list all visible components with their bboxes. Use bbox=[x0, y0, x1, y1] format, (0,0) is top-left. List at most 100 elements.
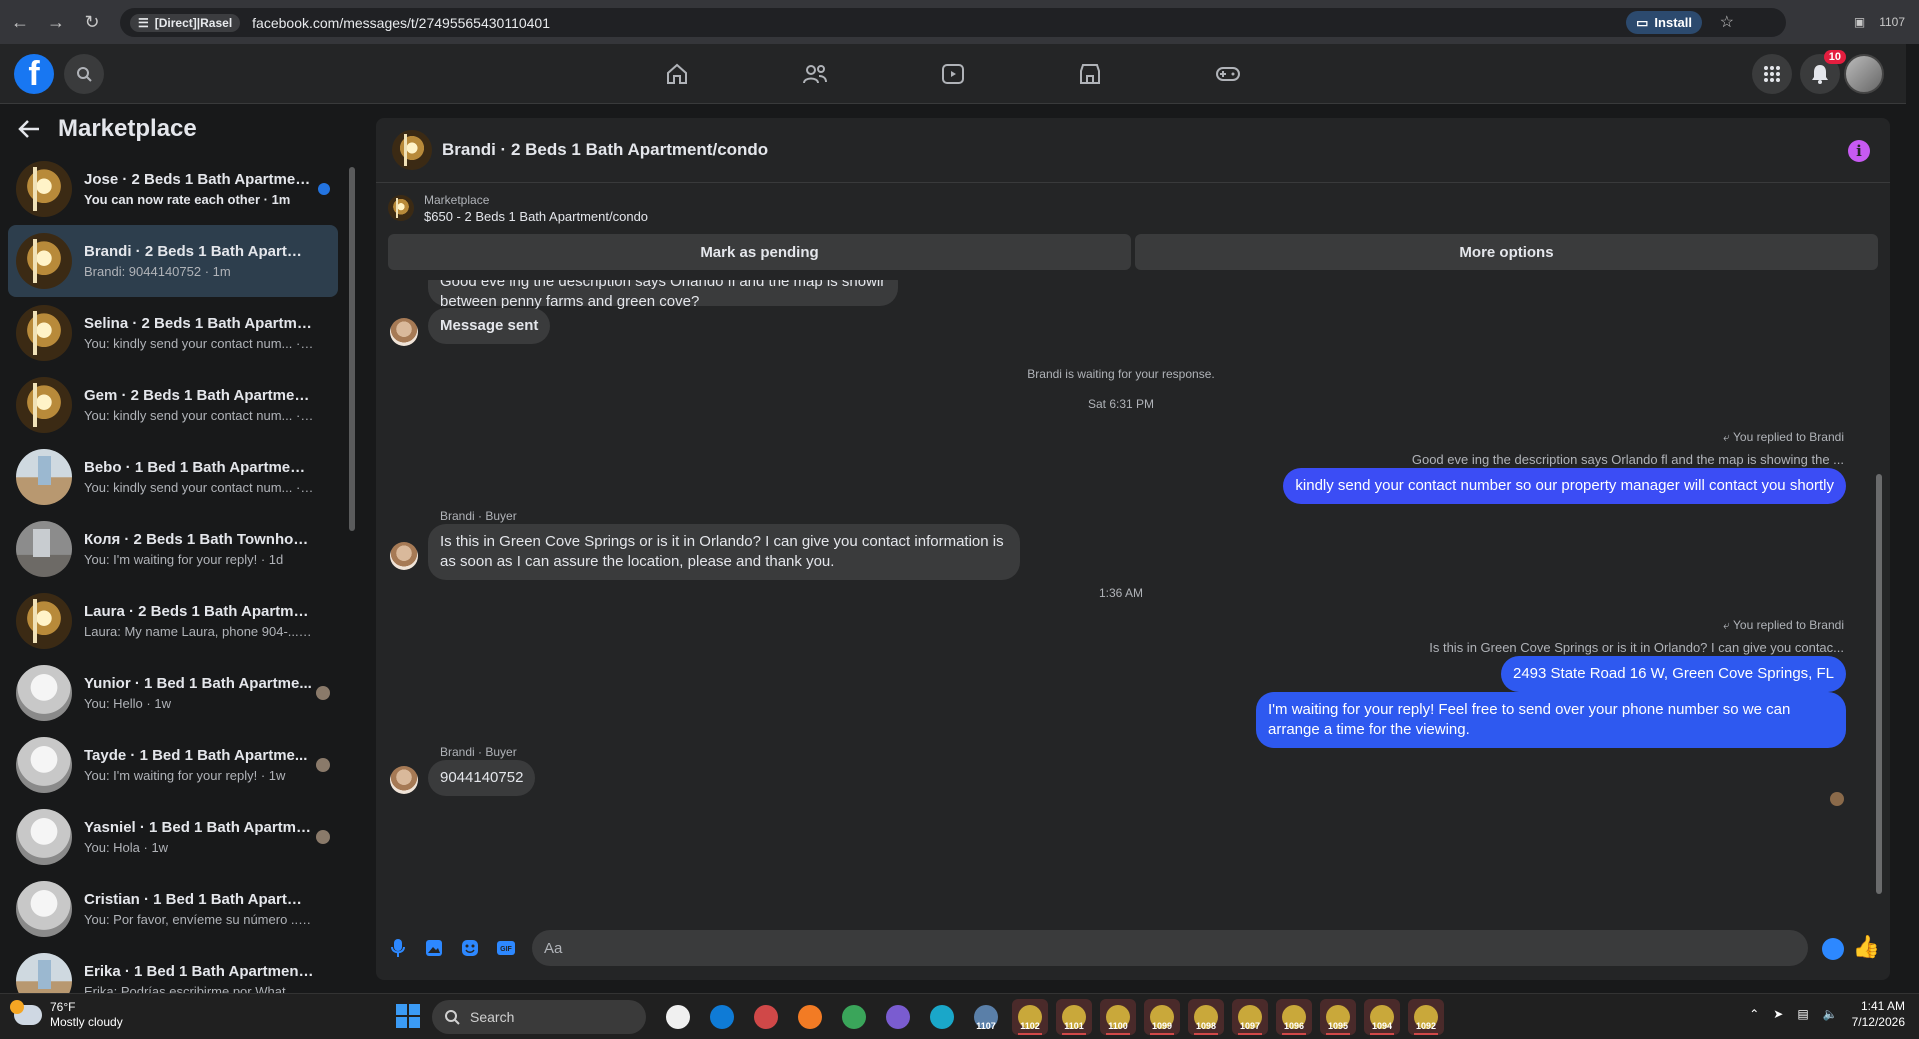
chat-title[interactable]: Brandi · 2 Beds 1 Bath Apartment/condo bbox=[442, 140, 768, 160]
network-icon[interactable]: ▤ bbox=[1797, 1007, 1808, 1021]
taskbar-app-icon[interactable]: 1102 bbox=[1012, 999, 1048, 1035]
snipping-tool-icon[interactable] bbox=[748, 999, 784, 1035]
microphone-icon[interactable] bbox=[380, 930, 416, 966]
emoji-icon[interactable] bbox=[1822, 938, 1844, 960]
info-icon[interactable]: i bbox=[1848, 140, 1870, 162]
file-explorer-icon[interactable] bbox=[660, 999, 696, 1035]
conversation-name: Laura · 2 Beds 1 Bath Apartment... bbox=[84, 603, 314, 620]
conversation-item[interactable]: Yasniel · 1 Bed 1 Bath Apartme... You: Ho… bbox=[8, 801, 338, 873]
conversation-name: Tayde · 1 Bed 1 Bath Apartme... bbox=[84, 747, 308, 764]
sidebar-scroll-thumb[interactable] bbox=[349, 167, 355, 531]
vpn-icon[interactable] bbox=[924, 999, 960, 1035]
watch-nav-icon[interactable] bbox=[936, 58, 970, 90]
conversation-avatar bbox=[16, 233, 72, 289]
bookmark-star-icon[interactable]: ☆ bbox=[1720, 12, 1734, 32]
conversation-item[interactable]: Brandi · 2 Beds 1 Bath Apartmen... Brandi… bbox=[8, 225, 338, 297]
conversation-name: Gem · 2 Beds 1 Bath Apartment/... bbox=[84, 387, 314, 404]
marketplace-nav-icon[interactable] bbox=[1073, 58, 1107, 90]
conversation-item[interactable]: Cristian · 1 Bed 1 Bath Apartmen... You: … bbox=[8, 873, 338, 945]
gif-icon[interactable]: GIF bbox=[488, 930, 524, 966]
chat-scroll-thumb[interactable] bbox=[1876, 474, 1882, 894]
more-options-button[interactable]: More options bbox=[1135, 234, 1878, 270]
tab-search-icon[interactable]: ▣ bbox=[1854, 15, 1865, 29]
windows-start-icon[interactable] bbox=[396, 1004, 420, 1028]
back-icon[interactable]: ← bbox=[4, 6, 36, 38]
url-text[interactable]: facebook.com/messages/t/2749556543011040… bbox=[252, 15, 550, 31]
conversation-item[interactable]: Laura · 2 Beds 1 Bath Apartment... Laura:… bbox=[8, 585, 338, 657]
conversation-item[interactable]: Yunior · 1 Bed 1 Bath Apartme... You: Hel… bbox=[8, 657, 338, 729]
conversation-preview: You: I'm waiting for your reply! · 1w bbox=[84, 768, 286, 783]
conversation-item[interactable]: Tayde · 1 Bed 1 Bath Apartme... You: I'm … bbox=[8, 729, 338, 801]
profile-avatar[interactable] bbox=[1844, 54, 1884, 94]
taskbar-app-icon[interactable]: 1099 bbox=[1144, 999, 1180, 1035]
friends-nav-icon[interactable] bbox=[798, 58, 832, 90]
tune-icon: ☰ bbox=[138, 15, 149, 30]
chat-avatar[interactable] bbox=[392, 130, 432, 170]
home-nav-icon[interactable] bbox=[660, 58, 694, 90]
conversation-preview: You: kindly send your contact num... · 1… bbox=[84, 480, 314, 495]
chat-scrollbar[interactable] bbox=[1874, 284, 1884, 914]
volume-icon[interactable]: 🔈 bbox=[1823, 1007, 1838, 1021]
edge-icon[interactable] bbox=[704, 999, 740, 1035]
taskbar-app-icon[interactable]: 1098 bbox=[1188, 999, 1224, 1035]
site-info-chip[interactable]: ☰ [Direct]|Rasel bbox=[130, 13, 241, 32]
conversation-item[interactable]: Коля · 2 Beds 1 Bath Townhouse You: I'm w… bbox=[8, 513, 338, 585]
taskbar-app-icon[interactable]: 1094 bbox=[1364, 999, 1400, 1035]
message-input[interactable]: Aa bbox=[532, 930, 1808, 966]
taskbar-app-icon[interactable]: 1101 bbox=[1056, 999, 1092, 1035]
conversation-name: Yasniel · 1 Bed 1 Bath Apartme... bbox=[84, 819, 314, 836]
menu-grid-button[interactable] bbox=[1752, 54, 1792, 94]
taskbar-app-badge: 1097 bbox=[1239, 1021, 1261, 1031]
taskbar-app-icon[interactable]: 1092 bbox=[1408, 999, 1444, 1035]
back-arrow-icon[interactable] bbox=[18, 119, 40, 139]
conversation-item[interactable]: Selina · 2 Beds 1 Bath Apartment... You: … bbox=[8, 297, 338, 369]
outgoing-message: I'm waiting for your reply! Feel free to… bbox=[1256, 692, 1846, 748]
conversation-preview: You: Hola · 1w bbox=[84, 840, 169, 855]
taskbar-app-icon[interactable]: 1097 bbox=[1232, 999, 1268, 1035]
taskbar-app-icon[interactable]: 1096 bbox=[1276, 999, 1312, 1035]
reply-label-text: You replied to Brandi bbox=[1733, 430, 1844, 444]
conversation-name: Jose · 2 Beds 1 Bath Apartmen... bbox=[84, 171, 314, 188]
facebook-logo-letter: f bbox=[28, 55, 40, 93]
forward-icon[interactable]: → bbox=[40, 6, 72, 38]
install-button[interactable]: ▭ Install bbox=[1626, 11, 1702, 34]
taskbar-search[interactable]: Search bbox=[432, 1000, 646, 1034]
sidebar-scrollbar[interactable] bbox=[347, 153, 357, 993]
clock[interactable]: 1:41 AM 7/12/2026 bbox=[1852, 998, 1905, 1030]
listing-thumbnail bbox=[388, 195, 414, 221]
conversation-item[interactable]: Bebo · 1 Bed 1 Bath Apartment/c... You: k… bbox=[8, 441, 338, 513]
tray-chevron-icon[interactable]: ⌃ bbox=[1749, 1007, 1759, 1021]
install-icon: ▭ bbox=[1636, 14, 1649, 30]
tab-counter[interactable]: 1107 bbox=[1879, 15, 1905, 29]
cloud-icon bbox=[10, 1000, 42, 1025]
firefox-icon[interactable] bbox=[792, 999, 828, 1035]
conversation-item[interactable]: Jose · 2 Beds 1 Bath Apartmen... You can … bbox=[8, 153, 338, 225]
gaming-nav-icon[interactable] bbox=[1211, 58, 1245, 90]
conversation-item[interactable]: Gem · 2 Beds 1 Bath Apartment/... You: ki… bbox=[8, 369, 338, 441]
reply-quote[interactable]: Good eve ing the description says Orland… bbox=[1412, 452, 1844, 467]
chrome-icon[interactable] bbox=[880, 999, 916, 1035]
listing-bar[interactable]: Marketplace $650 - 2 Beds 1 Bath Apartme… bbox=[376, 184, 1890, 232]
location-icon[interactable]: ➤ bbox=[1773, 1007, 1783, 1021]
message-input-placeholder: Aa bbox=[544, 939, 563, 957]
conversation-avatar bbox=[16, 881, 72, 937]
incoming-message: 9044140752 bbox=[428, 760, 536, 796]
photo-icon[interactable] bbox=[416, 930, 452, 966]
weather-widget[interactable]: 76°F Mostly cloudy bbox=[10, 1000, 123, 1030]
mark-as-pending-button[interactable]: Mark as pending bbox=[388, 234, 1131, 270]
notifications-button[interactable]: 10 bbox=[1800, 50, 1846, 94]
sticker-icon[interactable] bbox=[452, 930, 488, 966]
facebook-logo[interactable]: f bbox=[14, 54, 54, 94]
taskbar-app-icon[interactable]: 1095 bbox=[1320, 999, 1356, 1035]
address-bar[interactable]: ☰ [Direct]|Rasel facebook.com/messages/t… bbox=[120, 8, 1786, 37]
like-thumb-icon[interactable]: 👍 bbox=[1853, 934, 1880, 960]
search-button[interactable] bbox=[64, 54, 104, 94]
notepad-icon[interactable] bbox=[836, 999, 872, 1035]
taskbar-app-icon[interactable]: 1100 bbox=[1100, 999, 1136, 1035]
waiting-notice: Brandi is waiting for your response. bbox=[1027, 367, 1215, 381]
search-icon bbox=[445, 1010, 460, 1025]
reply-quote[interactable]: Is this in Green Cove Springs or is it i… bbox=[1429, 640, 1844, 655]
timestamp-night: 1:36 AM bbox=[1098, 586, 1144, 600]
taskbar-app-icon[interactable]: 1107 bbox=[968, 999, 1004, 1035]
reload-icon[interactable]: ↻ bbox=[76, 6, 108, 38]
